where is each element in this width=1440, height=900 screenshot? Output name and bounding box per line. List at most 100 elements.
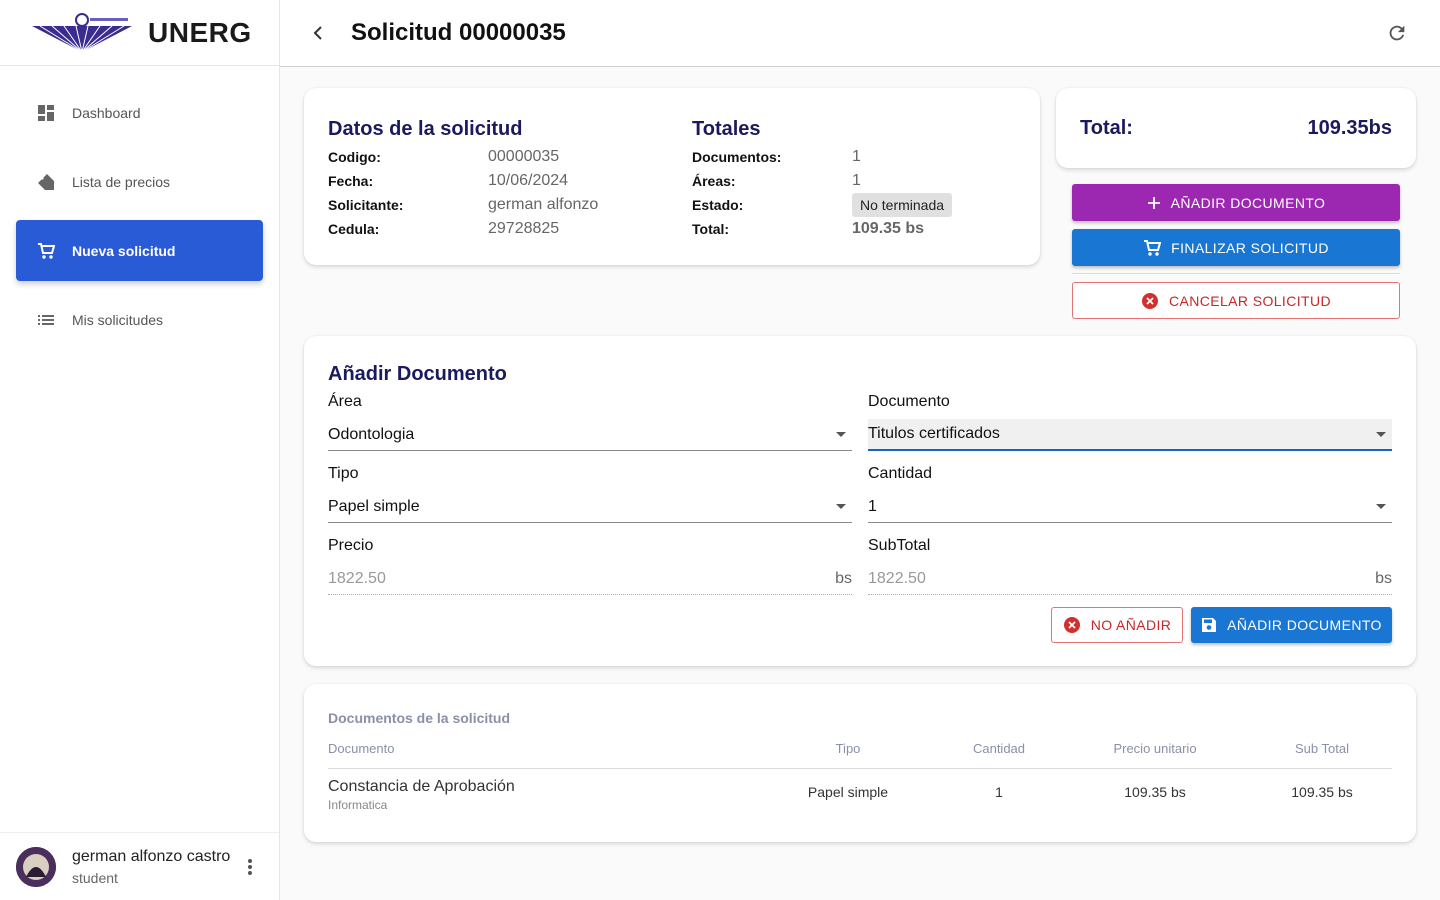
cell-subtotal: 109.35 bs bbox=[1291, 784, 1353, 800]
sidebar-item-label: Dashboard bbox=[72, 104, 141, 121]
cell-cantidad: 1 bbox=[995, 784, 1003, 800]
total-value: 109.35bs bbox=[1307, 116, 1392, 139]
subtotal-label: SubTotal bbox=[868, 537, 931, 554]
dropdown-arrow-icon bbox=[1376, 504, 1386, 509]
cantidad-select[interactable]: 1 bbox=[868, 491, 1392, 523]
column-header-cantidad: Cantidad bbox=[972, 741, 1026, 756]
cantidad-field: Cantidad 1 bbox=[868, 465, 1392, 523]
button-label: NO AÑADIR bbox=[1090, 617, 1172, 633]
total-label: Total: bbox=[1080, 116, 1133, 139]
button-label: AÑADIR DOCUMENTO bbox=[1170, 194, 1326, 211]
cart-icon bbox=[1143, 239, 1162, 257]
save-document-button[interactable]: AÑADIR DOCUMENTO bbox=[1191, 607, 1392, 643]
sidebar-item-label: Mis solicitudes bbox=[72, 311, 164, 328]
user-role: student bbox=[72, 869, 118, 886]
subtotal-input: 1822.50 bs bbox=[868, 563, 1392, 595]
avatar bbox=[16, 846, 56, 887]
precio-field: Precio 1822.50 bs bbox=[328, 537, 852, 595]
column-header-precio-unitario: Precio unitario bbox=[1113, 741, 1197, 756]
subtotal-field: SubTotal 1822.50 bs bbox=[868, 537, 1392, 595]
no-add-button[interactable]: NO AÑADIR bbox=[1051, 607, 1183, 643]
tipo-value: Papel simple bbox=[328, 497, 420, 515]
field-label: Fecha: bbox=[328, 173, 374, 189]
user-profile[interactable]: german alfonzo castro student bbox=[0, 832, 279, 900]
area-field: Área Odontologia bbox=[328, 393, 852, 451]
totales-row-estado: Estado: No terminada bbox=[692, 193, 953, 217]
cell-tipo: Papel simple bbox=[807, 784, 889, 800]
subtotal-unit: bs bbox=[1375, 569, 1392, 587]
cancel-circle-icon bbox=[1141, 292, 1159, 310]
refresh-button[interactable] bbox=[1386, 22, 1410, 46]
column-header-documento: Documento bbox=[328, 741, 395, 756]
cart-icon bbox=[36, 241, 56, 261]
field-label: Codigo: bbox=[328, 149, 381, 165]
field-value: 29728825 bbox=[488, 220, 560, 237]
add-document-title: Añadir Documento bbox=[328, 363, 507, 385]
page-header: Solicitud 00000035 bbox=[280, 0, 1440, 67]
datos-title: Datos de la solicitud bbox=[328, 118, 523, 140]
field-label: Cedula: bbox=[328, 221, 380, 237]
field-label: Documentos: bbox=[692, 149, 782, 165]
area-label: Área bbox=[328, 393, 362, 410]
button-label: CANCELAR SOLICITUD bbox=[1168, 292, 1331, 309]
field-value: 109.35 bs bbox=[852, 220, 925, 237]
field-value: german alfonzo bbox=[488, 196, 599, 213]
unerg-logo-icon bbox=[32, 12, 132, 52]
user-name: german alfonzo castro bbox=[72, 847, 230, 865]
divider bbox=[1072, 273, 1400, 274]
refresh-icon bbox=[1389, 25, 1405, 41]
sidebar: UNERG Dashboard Lista de precios Nueva s… bbox=[0, 0, 280, 900]
list-icon bbox=[36, 310, 56, 330]
totales-row-areas: Áreas: 1 bbox=[692, 169, 952, 193]
brand: UNERG bbox=[0, 0, 279, 66]
chevron-left-icon bbox=[313, 26, 322, 40]
column-header-subtotal: Sub Total bbox=[1295, 741, 1349, 756]
documento-field: Documento Titulos certificados bbox=[868, 393, 1392, 451]
documento-select[interactable]: Titulos certificados bbox=[868, 419, 1392, 451]
totales-row-total: Total: 109.35 bs bbox=[692, 217, 952, 241]
field-label: Total: bbox=[692, 221, 730, 237]
more-options-icon[interactable] bbox=[240, 857, 260, 877]
cantidad-value: 1 bbox=[868, 497, 877, 515]
sidebar-item-label: Nueva solicitud bbox=[72, 242, 176, 259]
sidebar-item-lista-de-precios[interactable]: Lista de precios bbox=[16, 151, 263, 212]
button-label: FINALIZAR SOLICITUD bbox=[1171, 239, 1329, 256]
datos-row-codigo: Codigo: 00000035 bbox=[328, 145, 598, 169]
cancel-request-button[interactable]: CANCELAR SOLICITUD bbox=[1072, 282, 1400, 319]
precio-unit: bs bbox=[835, 569, 852, 587]
total-card: Total: 109.35bs bbox=[1056, 88, 1416, 168]
button-label: AÑADIR DOCUMENTO bbox=[1227, 617, 1382, 633]
area-select[interactable]: Odontologia bbox=[328, 419, 852, 451]
cantidad-label: Cantidad bbox=[868, 465, 933, 482]
add-document-button[interactable]: AÑADIR DOCUMENTO bbox=[1072, 184, 1400, 221]
subtotal-value: 1822.50 bbox=[868, 569, 926, 587]
column-header-tipo: Tipo bbox=[835, 741, 861, 756]
back-button[interactable] bbox=[298, 13, 338, 53]
datos-row-solicitante: Solicitante: german alfonzo bbox=[328, 193, 598, 217]
tipo-select[interactable]: Papel simple bbox=[328, 491, 852, 523]
dropdown-arrow-icon bbox=[836, 432, 846, 437]
precio-label: Precio bbox=[328, 537, 374, 554]
field-label: Estado: bbox=[692, 197, 744, 213]
field-label: Áreas: bbox=[692, 173, 736, 189]
page-title: Solicitud 00000035 bbox=[351, 19, 566, 46]
cancel-circle-icon bbox=[1063, 616, 1081, 634]
field-value: 10/06/2024 bbox=[488, 172, 569, 189]
sidebar-item-dashboard[interactable]: Dashboard bbox=[16, 82, 263, 143]
dropdown-arrow-icon bbox=[836, 504, 846, 509]
sidebar-item-nueva-solicitud[interactable]: Nueva solicitud bbox=[16, 220, 263, 281]
field-value: 00000035 bbox=[488, 148, 560, 165]
precio-value: 1822.50 bbox=[328, 569, 386, 587]
status-badge: No terminada bbox=[852, 193, 953, 217]
table-title: Documentos de la solicitud bbox=[328, 710, 511, 726]
dashboard-icon bbox=[36, 103, 56, 123]
save-icon bbox=[1201, 617, 1217, 633]
totales-row-documentos: Documentos: 1 bbox=[692, 145, 952, 169]
finalize-request-button[interactable]: FINALIZAR SOLICITUD bbox=[1072, 229, 1400, 266]
sidebar-item-mis-solicitudes[interactable]: Mis solicitudes bbox=[16, 289, 263, 350]
sidebar-item-label: Lista de precios bbox=[72, 173, 171, 190]
brand-name: UNERG bbox=[148, 16, 252, 48]
field-label: Solicitante: bbox=[328, 197, 404, 213]
divider bbox=[328, 768, 1392, 769]
documento-value: Titulos certificados bbox=[868, 425, 1000, 442]
